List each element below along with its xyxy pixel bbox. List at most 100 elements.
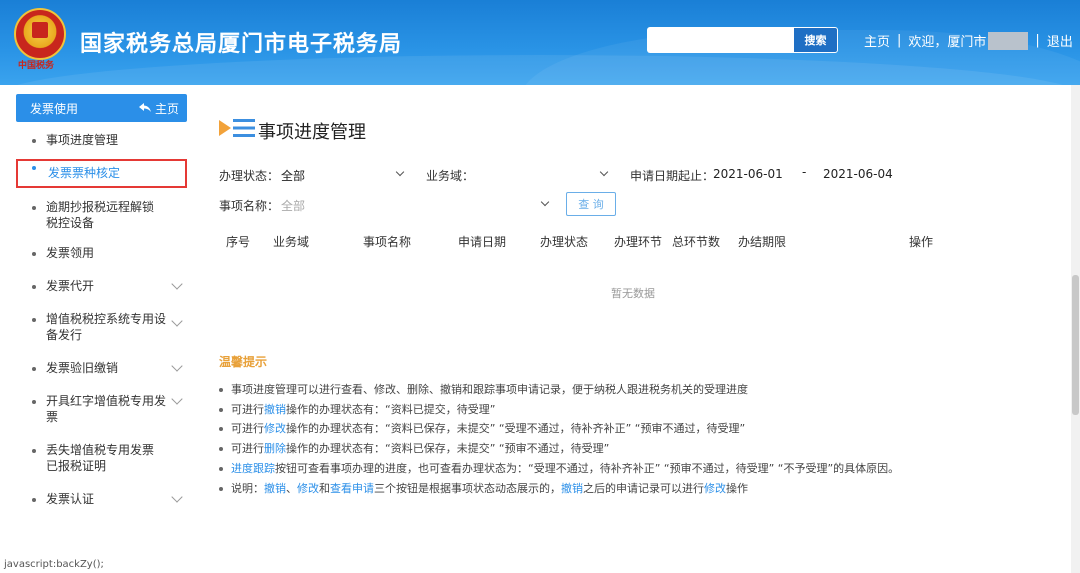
modify-link[interactable]: 修改 xyxy=(264,422,286,435)
search-button[interactable]: 搜索 xyxy=(793,27,838,53)
search-input[interactable] xyxy=(647,27,793,53)
chevron-down-icon xyxy=(171,278,183,290)
item-name-select[interactable]: 全部 xyxy=(281,197,305,214)
column-header: 事项名称 xyxy=(363,235,412,249)
start-date-input[interactable]: 2021-06-01 xyxy=(713,167,783,181)
top-nav: 主页 | 欢迎，厦门市 | 退出 xyxy=(864,31,1073,50)
tip-text: 按钮可查看事项办理的进度，也可查看办理状态为：“受理不通过，待补齐补正” “预审… xyxy=(275,462,900,475)
bullet-icon xyxy=(219,408,223,412)
tip-line: 进度跟踪按钮可查看事项办理的进度，也可查看办理状态为：“受理不通过，待补齐补正”… xyxy=(219,460,899,476)
sidebar-item-invoice-issue[interactable]: 发票代开 xyxy=(16,278,187,294)
date-range-label: 申请日期起止： xyxy=(630,169,715,183)
tip-text: 操作的办理状态有：“资料已保存，未提交” “预审不通过，待受理” xyxy=(286,442,610,455)
sidebar-item-lost-invoice[interactable]: 丢失增值税专用发票已报税证明 xyxy=(16,442,176,474)
revoke-link[interactable]: 撤销 xyxy=(264,403,286,416)
tip-text: 操作的办理状态有：“资料已保存，未提交” “受理不通过，待补齐补正” “预审不通… xyxy=(286,422,746,435)
revoke-link[interactable]: 撤销 xyxy=(561,482,583,495)
sidebar: 发票使用 主页 事项进度管理 发票票种核定 逾期抄报税远程解锁税控设备 发票领用… xyxy=(16,94,187,507)
sidebar-item-label: 增值税税控系统专用设备发行 xyxy=(46,312,167,342)
emblem-caption: 中国税务 xyxy=(18,61,55,71)
sidebar-home-label: 主页 xyxy=(154,101,179,116)
column-header: 办理环节 xyxy=(614,235,663,249)
tip-line: 可进行删除操作的办理状态有：“资料已保存，未提交” “预审不通过，待受理” xyxy=(219,440,609,456)
sidebar-item-red-invoice[interactable]: 开具红字增值税专用发票 xyxy=(16,393,187,425)
tip-line: 可进行撤销操作的办理状态有：“资料已提交，待受理” xyxy=(219,401,495,417)
national-emblem-icon xyxy=(14,8,66,60)
sidebar-item-unlock-device[interactable]: 逾期抄报税远程解锁税控设备 xyxy=(16,199,176,231)
status-select[interactable]: 全部 xyxy=(281,167,305,184)
home-link[interactable]: 主页 xyxy=(864,31,890,50)
column-header: 办理状态 xyxy=(540,235,589,249)
progress-track-link[interactable]: 进度跟踪 xyxy=(231,462,275,475)
chevron-down-icon xyxy=(171,315,183,327)
nav-separator: | xyxy=(897,33,902,48)
tip-text: 说明： xyxy=(231,482,264,495)
tip-text: 可进行 xyxy=(231,422,264,435)
sidebar-item-device-issue[interactable]: 增值税税控系统专用设备发行 xyxy=(16,311,187,343)
sidebar-item-invoice-cancel[interactable]: 发票验旧缴销 xyxy=(16,360,187,376)
tip-text: 和 xyxy=(319,482,330,495)
query-button[interactable]: 查 询 xyxy=(566,192,616,216)
tip-text: 可进行 xyxy=(231,403,264,416)
sidebar-item-label: 发票验旧缴销 xyxy=(46,361,119,375)
date-separator: - xyxy=(802,165,807,179)
bullet-icon xyxy=(219,388,223,392)
sidebar-item-invoice-type[interactable]: 发票票种核定 xyxy=(16,159,187,188)
tip-text: 、 xyxy=(286,482,297,495)
sidebar-section-title: 发票使用 xyxy=(30,101,79,116)
column-header: 操作 xyxy=(909,235,934,249)
bullet-icon xyxy=(219,467,223,471)
chevron-down-icon xyxy=(395,167,405,177)
column-header: 申请日期 xyxy=(458,235,507,249)
sidebar-item-label: 发票认证 xyxy=(46,492,95,506)
sidebar-item-progress[interactable]: 事项进度管理 xyxy=(16,132,187,148)
modify-link[interactable]: 修改 xyxy=(297,482,319,495)
delete-link[interactable]: 删除 xyxy=(264,442,286,455)
bullet-icon xyxy=(219,447,223,451)
column-header: 序号 xyxy=(226,235,251,249)
site-title: 国家税务总局厦门市电子税务局 xyxy=(80,32,403,57)
site-header: 中国税务 国家税务总局厦门市电子税务局 搜索 主页 | 欢迎，厦门市 | 退出 xyxy=(0,0,1080,85)
tip-line: 可进行修改操作的办理状态有：“资料已保存，未提交” “受理不通过，待补齐补正” … xyxy=(219,420,745,436)
bullet-icon xyxy=(219,487,223,491)
scrollbar-thumb[interactable] xyxy=(1072,275,1079,415)
domain-label: 业务域： xyxy=(426,169,475,183)
tip-text: 事项进度管理可以进行查看、修改、删除、撤销和跟踪事项申请记录，便于纳税人跟进税务… xyxy=(231,383,748,396)
sidebar-item-label: 开具红字增值税专用发票 xyxy=(46,394,167,424)
status-bar-text: javascript:backZy(); xyxy=(4,559,104,570)
logout-link[interactable]: 退出 xyxy=(1047,31,1073,50)
page-title: 事项进度管理 xyxy=(258,122,366,143)
sidebar-item-invoice-receive[interactable]: 发票领用 xyxy=(16,245,187,261)
tip-text: 操作的办理状态有：“资料已提交，待受理” xyxy=(286,403,496,416)
empty-table-text: 暂无数据 xyxy=(611,287,655,300)
chevron-down-icon xyxy=(171,491,183,503)
item-name-label: 事项名称： xyxy=(219,199,280,213)
sidebar-item-invoice-auth[interactable]: 发票认证 xyxy=(16,491,187,507)
revoke-link[interactable]: 撤销 xyxy=(264,482,286,495)
sidebar-home-button[interactable]: 主页 xyxy=(138,100,179,117)
masked-username xyxy=(988,31,1029,50)
column-header: 业务域 xyxy=(273,235,310,249)
domain-select[interactable] xyxy=(480,167,610,183)
sidebar-header: 发票使用 主页 xyxy=(16,94,187,122)
list-title-icon xyxy=(219,119,255,137)
status-label: 办理状态： xyxy=(219,169,280,183)
column-header: 办结期限 xyxy=(738,235,787,249)
modify-link[interactable]: 修改 xyxy=(704,482,726,495)
welcome-text: 欢迎，厦门市 xyxy=(908,35,987,50)
end-date-input[interactable]: 2021-06-04 xyxy=(823,167,893,181)
tip-text: 三个按钮是根据事项状态动态展示的， xyxy=(374,482,561,495)
tip-text: 可进行 xyxy=(231,442,264,455)
view-application-link[interactable]: 查看申请 xyxy=(330,482,374,495)
back-arrow-icon xyxy=(138,103,151,112)
nav-separator: | xyxy=(1035,33,1040,48)
tip-text: 之后的申请记录可以进行 xyxy=(583,482,704,495)
tip-text: 操作 xyxy=(726,482,748,495)
chevron-down-icon xyxy=(540,197,550,207)
column-header: 总环节数 xyxy=(672,235,721,249)
chevron-down-icon xyxy=(171,393,183,405)
bullet-icon xyxy=(219,427,223,431)
sidebar-item-label: 发票代开 xyxy=(46,279,95,293)
tip-line: 说明：撤销、修改和查看申请三个按钮是根据事项状态动态展示的，撤销之后的申请记录可… xyxy=(219,480,748,496)
vertical-scrollbar[interactable] xyxy=(1071,85,1080,573)
